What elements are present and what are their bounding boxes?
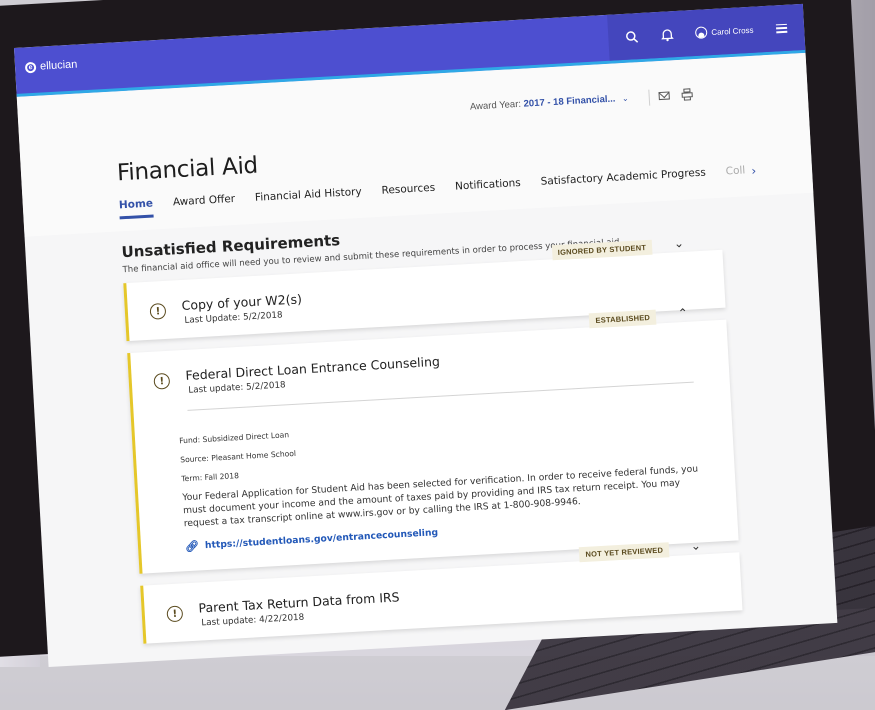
tab-financial-aid-history[interactable]: Financial Aid History: [255, 186, 363, 210]
status-badge: ESTABLISHED: [589, 309, 657, 329]
chevron-right-icon[interactable]: ›: [751, 164, 757, 182]
chevron-down-icon[interactable]: ⌄: [673, 236, 684, 251]
menu-icon[interactable]: [775, 23, 788, 33]
tab-notifications[interactable]: Notifications: [455, 177, 522, 199]
award-year-selector[interactable]: Award Year: 2017 - 18 Financial... ⌄: [470, 93, 629, 113]
link-icon: 🔗︎: [184, 539, 200, 554]
requirement-date: Last update: 4/22/2018: [201, 612, 305, 629]
header-actions: Carol Cross: [607, 3, 806, 61]
unsatisfied-requirements-section: Unsatisfied Requirements The financial a…: [25, 193, 837, 649]
requirement-title: Copy of your W2(s): [181, 291, 303, 314]
chevron-up-icon[interactable]: ⌃: [677, 306, 688, 321]
mail-icon[interactable]: [658, 91, 670, 101]
laptop-screen: e ellucian Carol Cross Award Year: 2017 …: [14, 3, 838, 668]
divider: [648, 89, 651, 106]
requirement-card[interactable]: ESTABLISHED ⌃ ! Federal Direct Loan Entr…: [127, 306, 739, 574]
bell-icon[interactable]: [660, 28, 674, 42]
logo-text: ellucian: [39, 58, 78, 73]
user-menu[interactable]: Carol Cross: [694, 24, 754, 39]
chevron-down-icon[interactable]: ⌄: [690, 538, 701, 553]
award-year-value: 2017 - 18 Financial...: [523, 93, 616, 110]
link-text: https://studentloans.gov/entrancecounsel…: [204, 527, 439, 552]
tab-resources[interactable]: Resources: [381, 182, 436, 203]
print-icon[interactable]: [681, 88, 693, 101]
requirement-date: Last Update: 5/2/2018: [184, 310, 283, 326]
requirement-title: Parent Tax Return Data from IRS: [198, 589, 400, 616]
ellucian-logo-icon: e: [24, 61, 37, 73]
page-title: Financial Aid: [116, 152, 259, 187]
ellucian-logo[interactable]: e ellucian: [24, 58, 78, 73]
user-avatar-icon: [694, 26, 708, 39]
user-name: Carol Cross: [711, 25, 754, 37]
tab-award-offer[interactable]: Award Offer: [173, 193, 236, 214]
requirements-list: IGNORED BY STUDENT ⌄ ! Copy of your W2(s…: [123, 236, 743, 644]
requirement-date: Last update: 5/2/2018: [188, 380, 286, 396]
tab-coll-truncated[interactable]: Coll: [725, 164, 746, 183]
warning-icon: !: [153, 372, 171, 390]
warning-icon: !: [166, 605, 184, 623]
tab-home[interactable]: Home: [119, 197, 154, 217]
search-icon[interactable]: [625, 30, 639, 44]
warning-icon: !: [149, 302, 167, 320]
requirement-title: Federal Direct Loan Entrance Counseling: [185, 353, 441, 383]
tab-satisfactory-academic-progress[interactable]: Satisfactory Academic Progress: [540, 167, 706, 194]
chevron-down-icon: ⌄: [621, 93, 629, 104]
award-year-label: Award Year:: [469, 98, 522, 113]
